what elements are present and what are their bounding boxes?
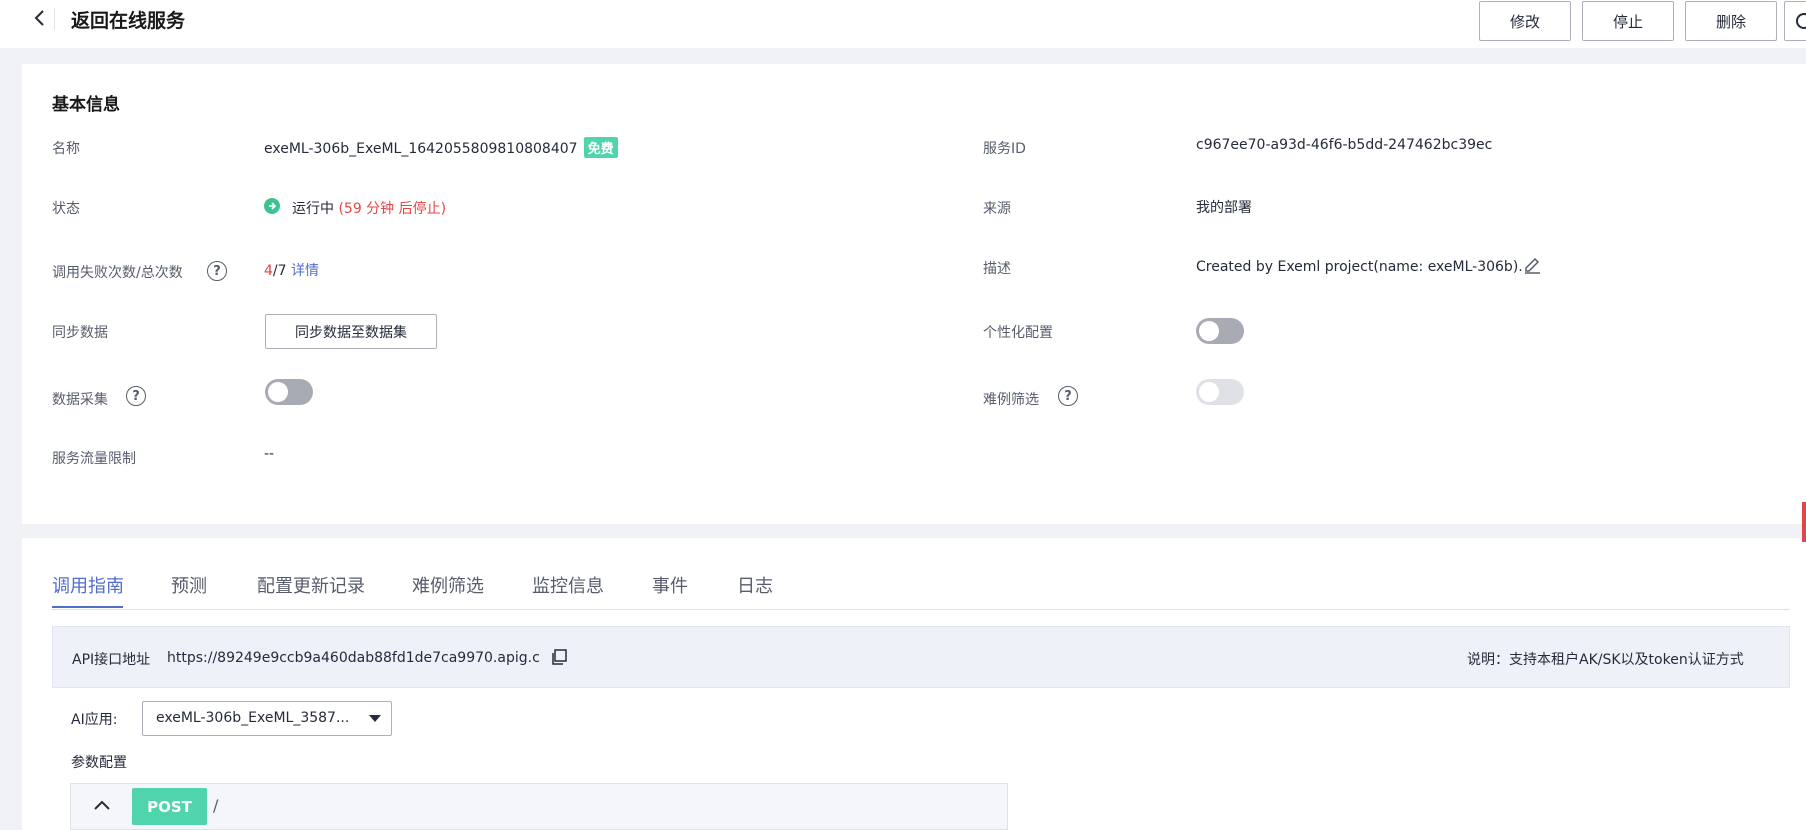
free-badge: 免费 bbox=[583, 137, 618, 158]
calls-detail-link[interactable]: 详情 bbox=[291, 263, 319, 279]
calls-value: 4/7 详情 bbox=[264, 260, 319, 280]
service-id-value: c967ee70-a93d-46f6-b5dd-247462bc39ec bbox=[1196, 137, 1493, 153]
toggle-knob bbox=[1199, 321, 1219, 341]
ai-app-selected: exeML-306b_ExeML_3587... bbox=[156, 710, 350, 726]
api-label: API接口地址 bbox=[72, 652, 151, 668]
total-count: /7 bbox=[272, 263, 287, 279]
toggle-knob bbox=[1199, 382, 1219, 402]
personalized-config-toggle[interactable] bbox=[1196, 318, 1244, 344]
running-status-icon bbox=[264, 198, 280, 214]
back-arrow-icon[interactable] bbox=[30, 8, 50, 28]
tab-hard-example[interactable]: 难例筛选 bbox=[412, 572, 484, 598]
traffic-limit-label: 服务流量限制 bbox=[52, 451, 136, 467]
api-url[interactable]: https://89249e9ccb9a460dab88fd1de7ca9970… bbox=[167, 650, 541, 666]
tab-invoke-guide[interactable]: 调用指南 bbox=[52, 572, 124, 598]
modify-button[interactable]: 修改 bbox=[1479, 1, 1571, 41]
delete-button[interactable]: 删除 bbox=[1685, 1, 1777, 41]
traffic-limit-value: -- bbox=[264, 446, 275, 462]
description-label: 描述 bbox=[983, 261, 1011, 277]
source-value: 我的部署 bbox=[1196, 200, 1252, 216]
active-tab-indicator bbox=[52, 606, 123, 608]
header-divider bbox=[54, 8, 55, 30]
ai-app-label: AI应用: bbox=[71, 712, 118, 728]
edit-icon[interactable] bbox=[1522, 254, 1542, 274]
hard-example-toggle bbox=[1196, 379, 1244, 405]
page-title[interactable]: 返回在线服务 bbox=[71, 6, 185, 33]
status-label: 状态 bbox=[52, 201, 80, 217]
data-collection-label: 数据采集 bbox=[52, 392, 108, 408]
status-remaining: (59 分钟 后停止) bbox=[338, 201, 447, 217]
data-collection-toggle[interactable] bbox=[265, 379, 313, 405]
post-endpoint-panel bbox=[70, 783, 1008, 830]
hard-example-help-icon[interactable]: ? bbox=[1058, 386, 1078, 406]
chevron-up-icon[interactable] bbox=[92, 796, 112, 816]
refresh-icon bbox=[1796, 13, 1806, 29]
service-id-label: 服务ID bbox=[983, 141, 1026, 157]
calls-label: 调用失败次数/总次数 bbox=[52, 265, 183, 281]
tab-monitoring[interactable]: 监控信息 bbox=[532, 572, 604, 598]
failed-count: 4 bbox=[264, 263, 273, 279]
source-label: 来源 bbox=[983, 201, 1011, 217]
service-name: exeML-306b_ExeML_1642055809810808407 bbox=[264, 141, 578, 157]
sync-data-label: 同步数据 bbox=[52, 325, 108, 341]
auth-note: 说明：支持本租户AK/SK以及token认证方式 bbox=[1467, 652, 1744, 668]
tab-logs[interactable]: 日志 bbox=[737, 572, 773, 598]
basic-info-card bbox=[22, 64, 1806, 524]
status-text: 运行中 bbox=[292, 201, 334, 217]
params-label: 参数配置 bbox=[71, 755, 127, 771]
tabs-divider bbox=[52, 609, 1790, 610]
post-method-badge: POST bbox=[132, 788, 207, 825]
name-label: 名称 bbox=[52, 141, 80, 157]
personalized-config-label: 个性化配置 bbox=[983, 325, 1053, 341]
ai-app-select[interactable]: exeML-306b_ExeML_3587... bbox=[142, 701, 392, 736]
tab-events[interactable]: 事件 bbox=[652, 572, 688, 598]
tab-predict[interactable]: 预测 bbox=[171, 572, 207, 598]
endpoint-path: / bbox=[213, 796, 219, 815]
refresh-button[interactable] bbox=[1784, 1, 1806, 41]
name-value: exeML-306b_ExeML_1642055809810808407 免费 bbox=[264, 137, 618, 158]
data-collection-help-icon[interactable]: ? bbox=[126, 386, 146, 406]
side-marker bbox=[1802, 502, 1806, 542]
tab-config-history[interactable]: 配置更新记录 bbox=[257, 572, 365, 598]
section-title: 基本信息 bbox=[52, 95, 120, 115]
hard-example-label: 难例筛选 bbox=[983, 392, 1039, 408]
toggle-knob bbox=[268, 382, 288, 402]
copy-icon[interactable] bbox=[550, 648, 568, 666]
description-value: Created by Exeml project(name: exeML-306… bbox=[1196, 259, 1523, 275]
caret-down-icon bbox=[369, 715, 381, 722]
calls-help-icon[interactable]: ? bbox=[207, 261, 227, 281]
status-value: 运行中 (59 分钟 后停止) bbox=[292, 198, 446, 218]
stop-button[interactable]: 停止 bbox=[1582, 1, 1674, 41]
sync-data-button[interactable]: 同步数据至数据集 bbox=[265, 314, 437, 349]
